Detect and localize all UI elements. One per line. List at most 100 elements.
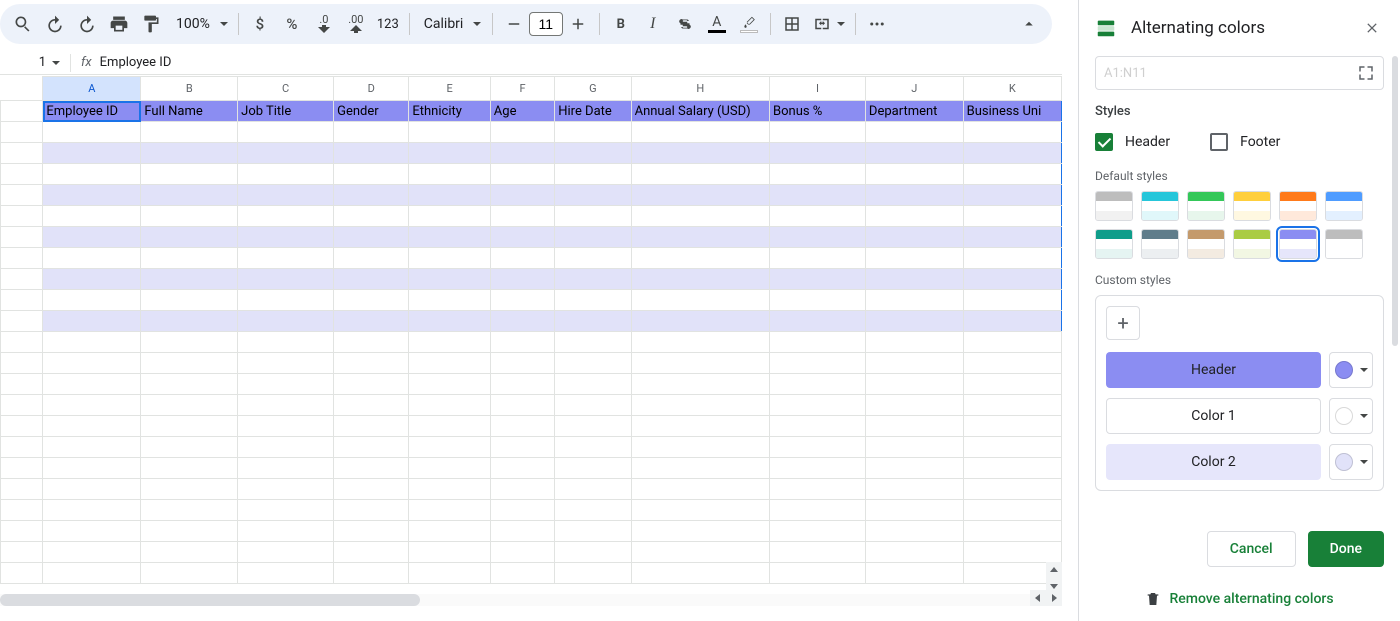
select-range-icon[interactable] [1357, 64, 1375, 82]
cell[interactable] [141, 227, 238, 248]
cell[interactable] [43, 269, 141, 290]
zoom-dropdown[interactable]: 100% [168, 9, 232, 39]
cell[interactable] [238, 332, 334, 353]
cell[interactable] [334, 248, 409, 269]
footer-checkbox[interactable]: Footer [1210, 133, 1280, 151]
cell[interactable] [631, 458, 769, 479]
preset-swatch[interactable] [1325, 191, 1363, 221]
cell[interactable] [409, 311, 490, 332]
cell[interactable] [409, 164, 490, 185]
column-header[interactable]: C [238, 77, 334, 101]
cell[interactable] [555, 185, 631, 206]
cell[interactable] [490, 269, 554, 290]
cell[interactable] [334, 353, 409, 374]
cell[interactable] [141, 437, 238, 458]
cell[interactable] [238, 206, 334, 227]
header-checkbox[interactable]: Header [1095, 133, 1170, 151]
strikethrough-button[interactable] [670, 9, 700, 39]
cell[interactable] [490, 164, 554, 185]
cell[interactable] [490, 332, 554, 353]
cell[interactable] [334, 311, 409, 332]
cell[interactable] [43, 458, 141, 479]
cell[interactable] [409, 458, 490, 479]
cell[interactable] [770, 185, 866, 206]
cell[interactable] [334, 143, 409, 164]
cell[interactable] [555, 563, 631, 584]
cell[interactable] [631, 185, 769, 206]
cell[interactable] [490, 311, 554, 332]
cell[interactable] [43, 227, 141, 248]
vertical-scrollbar[interactable] [1046, 76, 1062, 606]
preset-swatch[interactable] [1325, 229, 1363, 259]
cell[interactable] [490, 479, 554, 500]
cell[interactable] [141, 164, 238, 185]
cell[interactable] [770, 332, 866, 353]
cell[interactable] [334, 542, 409, 563]
cell[interactable] [43, 395, 141, 416]
cell[interactable] [43, 437, 141, 458]
column-header[interactable]: J [865, 77, 963, 101]
cell[interactable] [631, 437, 769, 458]
cell[interactable] [631, 332, 769, 353]
horizontal-scrollbar[interactable] [0, 594, 1062, 606]
cell[interactable] [409, 416, 490, 437]
cell[interactable] [43, 416, 141, 437]
close-sidebar-button[interactable] [1360, 16, 1384, 40]
cell[interactable] [409, 374, 490, 395]
preset-swatch[interactable] [1279, 229, 1317, 259]
cell[interactable] [238, 416, 334, 437]
cell[interactable] [141, 311, 238, 332]
cell[interactable] [43, 353, 141, 374]
cell[interactable] [770, 311, 866, 332]
cell[interactable] [238, 122, 334, 143]
cell[interactable] [409, 437, 490, 458]
cell[interactable] [43, 521, 141, 542]
fill-color-button[interactable] [734, 9, 764, 39]
cell[interactable] [334, 458, 409, 479]
cell[interactable] [43, 542, 141, 563]
merge-cells-dropdown[interactable] [809, 9, 849, 39]
print-button[interactable] [104, 9, 134, 39]
cell[interactable] [631, 416, 769, 437]
apply-range-input[interactable]: A1:N11 [1095, 56, 1384, 90]
cell[interactable] [238, 437, 334, 458]
preset-swatch[interactable] [1095, 191, 1133, 221]
cell[interactable] [490, 500, 554, 521]
preset-swatch[interactable] [1141, 191, 1179, 221]
cell[interactable] [238, 479, 334, 500]
cell[interactable] [555, 374, 631, 395]
cell[interactable] [490, 374, 554, 395]
cell[interactable] [141, 416, 238, 437]
cell[interactable] [631, 248, 769, 269]
cell[interactable] [555, 206, 631, 227]
cell[interactable] [409, 185, 490, 206]
cell[interactable] [865, 248, 963, 269]
more-button[interactable] [862, 9, 892, 39]
cell[interactable] [43, 122, 141, 143]
cell[interactable] [334, 185, 409, 206]
cell[interactable] [238, 353, 334, 374]
bold-button[interactable]: B [606, 9, 636, 39]
cell[interactable] [43, 248, 141, 269]
cell[interactable] [238, 395, 334, 416]
cell[interactable] [334, 227, 409, 248]
cell[interactable]: Full Name [141, 101, 238, 122]
cell[interactable] [490, 206, 554, 227]
cell[interactable] [238, 227, 334, 248]
cell[interactable] [141, 248, 238, 269]
currency-button[interactable]: $ [245, 9, 275, 39]
cell[interactable] [334, 563, 409, 584]
borders-button[interactable] [777, 9, 807, 39]
cell[interactable] [409, 353, 490, 374]
cell[interactable] [865, 164, 963, 185]
cell[interactable] [555, 290, 631, 311]
cell[interactable] [409, 206, 490, 227]
done-button[interactable]: Done [1308, 531, 1384, 567]
cell[interactable] [865, 227, 963, 248]
cell[interactable] [334, 290, 409, 311]
column-header[interactable]: E [409, 77, 490, 101]
cell[interactable]: Department [865, 101, 963, 122]
cell[interactable] [770, 416, 866, 437]
cell[interactable] [43, 563, 141, 584]
cell[interactable] [43, 374, 141, 395]
